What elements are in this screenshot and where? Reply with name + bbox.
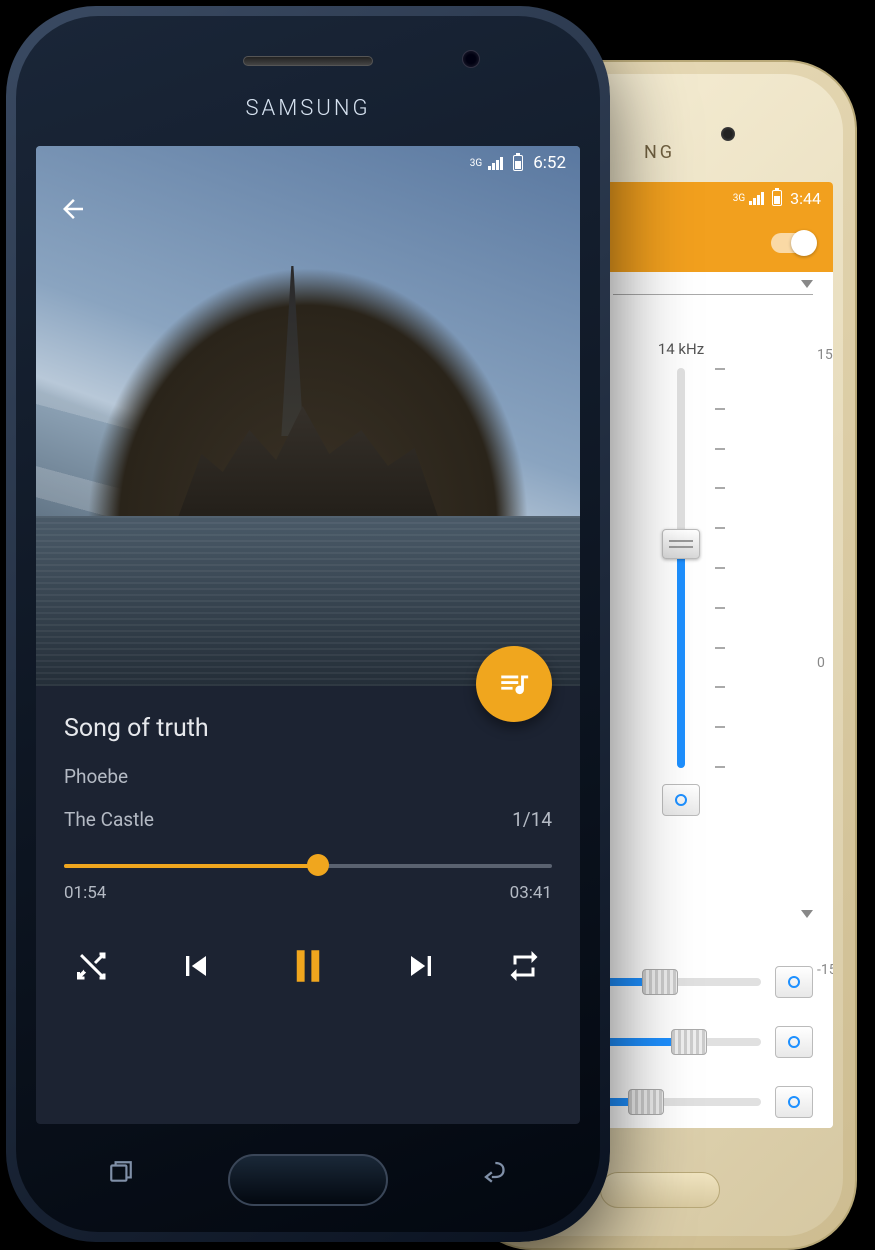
repeat-icon [506,948,542,984]
pause-icon [281,939,335,993]
seek-slider[interactable] [64,861,552,869]
battery-icon [513,155,523,171]
network-label: 3G [470,158,482,169]
skip-previous-icon [176,946,216,986]
next-button[interactable] [401,946,441,986]
playlist-fab-button[interactable] [476,646,552,722]
back-icon [476,1156,510,1184]
album-art-castle [86,266,530,526]
song-title: Song of truth [64,714,552,743]
effect-reset-button[interactable] [775,1026,813,1058]
clock-time: 6:52 [533,153,566,173]
network-label: 3G [733,193,745,204]
shuffle-icon [74,948,110,984]
front-camera-icon [721,127,735,141]
hardware-back-button[interactable] [476,1156,510,1192]
playback-controls [64,939,552,1023]
phone-frame-primary: SAMSUNG 3G 6:52 Song of truth Phoebe The… [6,6,610,1242]
shuffle-button[interactable] [74,948,110,984]
playlist-music-icon [497,667,531,701]
front-camera-icon [462,50,480,68]
repeat-button[interactable] [506,948,542,984]
eq-power-toggle[interactable] [771,233,815,253]
duration-time: 03:41 [510,883,552,903]
eq-band-label: 14 kHz [658,340,704,358]
scale-mid: 0 [817,655,833,671]
eq-band-slider[interactable] [651,368,711,768]
home-button[interactable] [228,1154,388,1206]
home-button[interactable] [600,1172,720,1208]
time-row: 01:54 03:41 [64,883,552,903]
effect-reset-button[interactable] [775,966,813,998]
dropdown-divider [613,294,813,295]
eq-scale-labels: 15 0 -15 [817,347,833,978]
signal-icon [749,191,764,205]
now-playing-panel: Song of truth Phoebe The Castle 1/14 01:… [36,686,580,1124]
recent-apps-button[interactable] [106,1159,136,1192]
chevron-down-icon[interactable] [801,910,813,918]
recent-apps-icon [106,1159,136,1185]
signal-icon [488,156,503,170]
phone-brand-label: SAMSUNG [6,96,610,121]
eq-band-reset-button[interactable] [662,784,700,816]
clock-time: 3:44 [790,189,821,208]
eq-band: 14 kHz [636,340,726,816]
play-pause-button[interactable] [281,939,335,993]
elapsed-time: 01:54 [64,883,106,903]
scale-max: 15 [817,347,833,363]
back-button[interactable] [58,194,88,228]
album-art [36,146,580,686]
album-name: The Castle [64,808,154,831]
effect-reset-button[interactable] [775,1086,813,1118]
previous-button[interactable] [176,946,216,986]
chevron-down-icon[interactable] [801,280,813,288]
screen-now-playing: 3G 6:52 Song of truth Phoebe The Castle … [36,146,580,1124]
earpiece-speaker-icon [243,56,373,66]
battery-icon [772,190,782,206]
artist-name: Phoebe [64,765,552,788]
skip-next-icon [401,946,441,986]
track-position: 1/14 [512,808,552,831]
status-bar: 3G 6:52 [36,146,580,180]
scale-min: -15 [817,962,833,978]
